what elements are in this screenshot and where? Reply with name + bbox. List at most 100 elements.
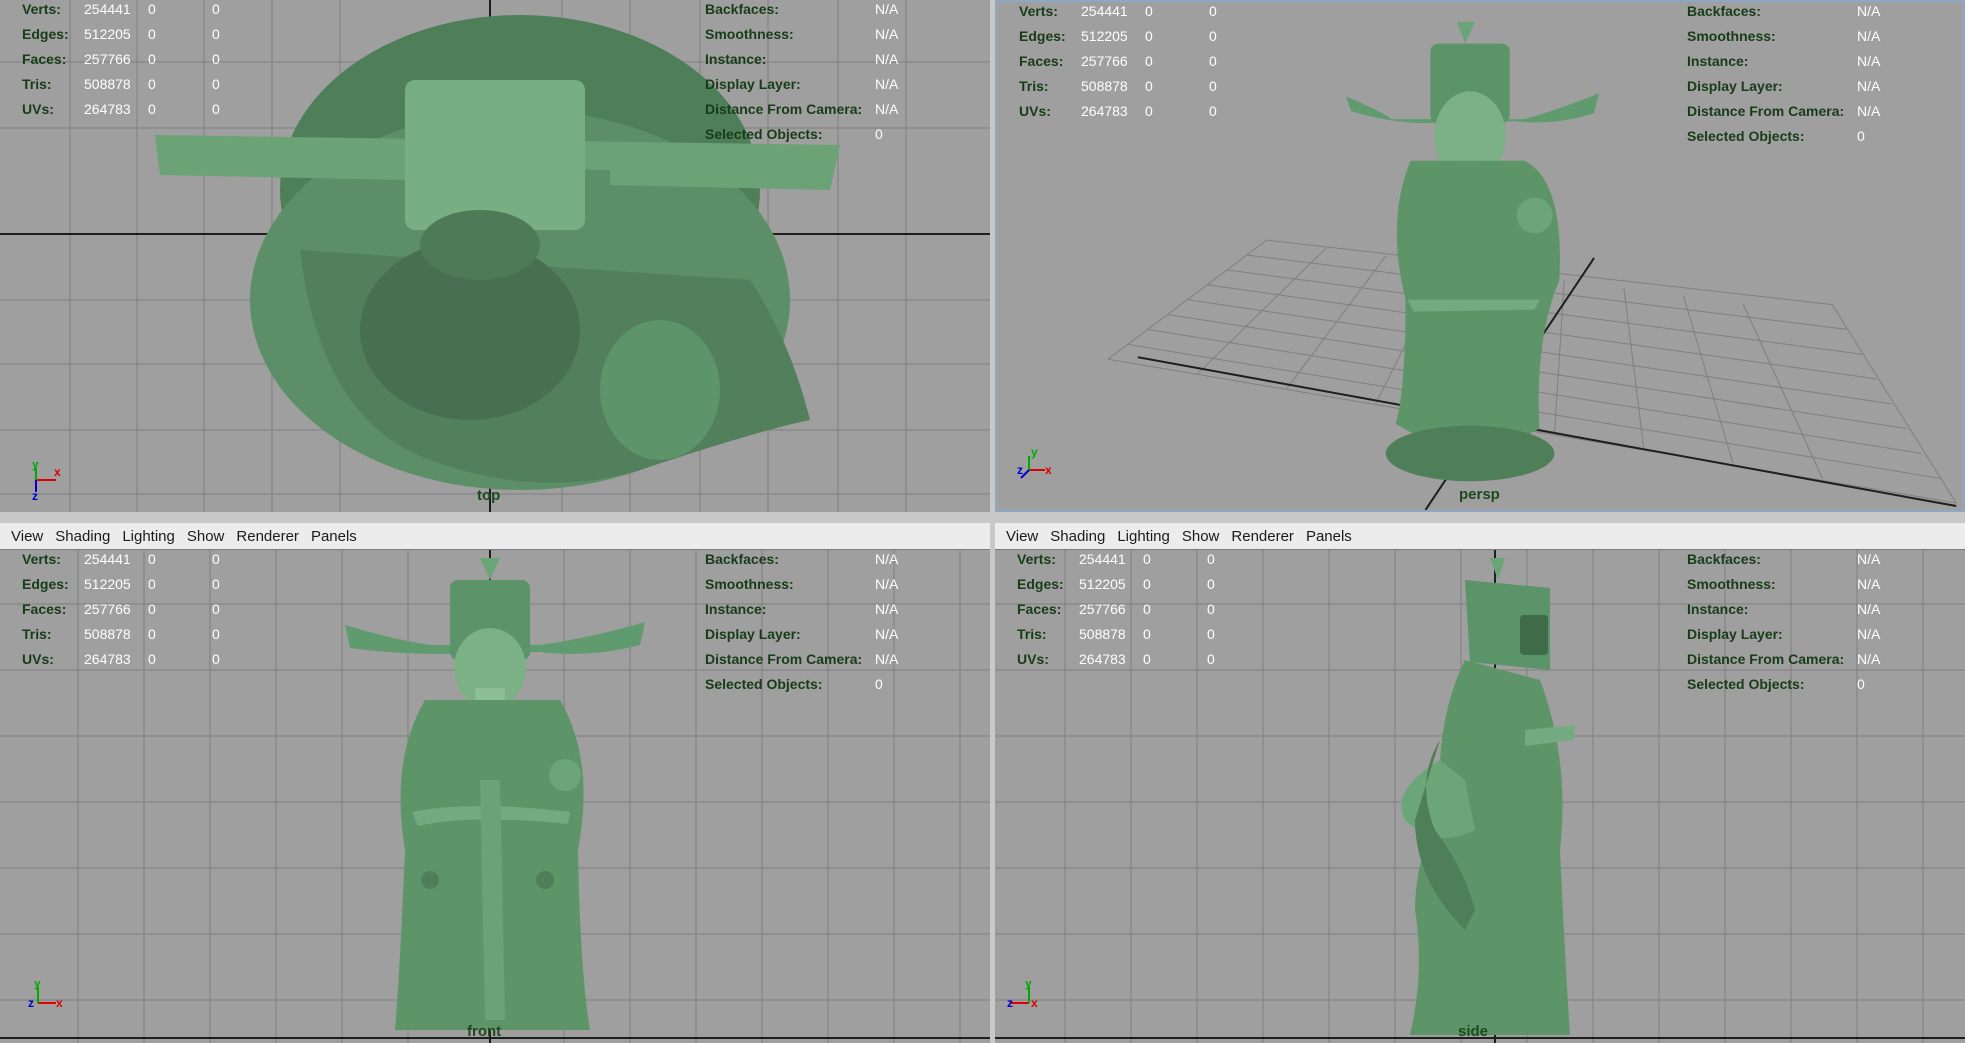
hud-info-label: Distance From Camera: bbox=[705, 651, 863, 667]
hud-info-value: N/A bbox=[875, 626, 899, 642]
hud-info-row: Selected Objects: 0 bbox=[1687, 672, 1880, 697]
hud-info-label: Distance From Camera: bbox=[705, 101, 863, 117]
hud-info-value: N/A bbox=[875, 76, 899, 92]
menu-view[interactable]: View bbox=[1001, 526, 1043, 547]
hud-info-row: Smoothness: N/A bbox=[1687, 572, 1880, 597]
camera-label-top: top bbox=[477, 487, 501, 504]
hud-info-row: Display Layer: N/A bbox=[705, 622, 898, 647]
hud-info-label: Backfaces: bbox=[1687, 551, 1761, 567]
hud-stat-row: Tris: 508878 0 0 bbox=[1019, 74, 1249, 99]
hud-info-label: Smoothness: bbox=[705, 576, 794, 592]
hud-stat-v2: 0 bbox=[148, 551, 156, 567]
menu-shading[interactable]: Shading bbox=[50, 526, 115, 547]
hud-stat-label: UVs: bbox=[22, 101, 54, 117]
hud-stat-v3: 0 bbox=[1207, 626, 1215, 642]
hud-stat-v3: 0 bbox=[212, 626, 220, 642]
svg-text:y: y bbox=[34, 981, 41, 990]
menu-renderer[interactable]: Renderer bbox=[231, 526, 304, 547]
hud-stat-v3: 0 bbox=[212, 101, 220, 117]
hud-info-row: Smoothness: N/A bbox=[705, 22, 898, 47]
hud-stat-v2: 0 bbox=[1145, 78, 1153, 94]
camera-label-persp: persp bbox=[1459, 486, 1500, 503]
hud-stat-label: Tris: bbox=[1017, 626, 1047, 642]
menu-lighting[interactable]: Lighting bbox=[117, 526, 180, 547]
hud-info-row: Distance From Camera: N/A bbox=[1687, 99, 1880, 124]
menu-lighting[interactable]: Lighting bbox=[1112, 526, 1175, 547]
panel-menubar-side: View Shading Lighting Show Renderer Pane… bbox=[995, 523, 1965, 550]
hud-info-row: Selected Objects: 0 bbox=[705, 122, 898, 147]
hud-stat-v1: 264783 bbox=[84, 651, 131, 667]
hud-stat-label: UVs: bbox=[1017, 651, 1049, 667]
hud-stat-v1: 254441 bbox=[84, 551, 131, 567]
svg-text:z: z bbox=[32, 489, 38, 502]
menu-view[interactable]: View bbox=[6, 526, 48, 547]
hud-stat-v3: 0 bbox=[1209, 103, 1217, 119]
viewport-persp[interactable]: Verts: 254441 0 0 Edges: 512205 0 0 Faces: 257766… bbox=[995, 0, 1965, 512]
hud-info-value: 0 bbox=[1857, 676, 1865, 692]
menu-panels[interactable]: Panels bbox=[306, 526, 362, 547]
statue-side-model bbox=[1401, 558, 1575, 1035]
menu-show[interactable]: Show bbox=[1177, 526, 1225, 547]
hud-stat-label: Faces: bbox=[1017, 601, 1062, 617]
hud-stat-v3: 0 bbox=[1207, 576, 1215, 592]
hud-stat-label: Verts: bbox=[1019, 3, 1058, 19]
hud-stat-v2: 0 bbox=[148, 1, 156, 17]
menu-renderer[interactable]: Renderer bbox=[1226, 526, 1299, 547]
hud-info-row: Distance From Camera: N/A bbox=[1687, 647, 1880, 672]
hud-info-value: N/A bbox=[1857, 103, 1881, 119]
hud-stat-label: Tris: bbox=[1019, 78, 1049, 94]
hud-stat-v1: 257766 bbox=[84, 601, 131, 617]
hud-stat-v2: 0 bbox=[148, 76, 156, 92]
hud-stat-v2: 0 bbox=[1143, 651, 1151, 667]
hud-stat-v3: 0 bbox=[1207, 551, 1215, 567]
hud-info-value: N/A bbox=[875, 576, 899, 592]
hud-stat-row: Verts: 254441 0 0 bbox=[22, 547, 252, 572]
viewport-side[interactable]: View Shading Lighting Show Renderer Pane… bbox=[995, 523, 1965, 1043]
hud-info-row: Backfaces: N/A bbox=[1687, 547, 1880, 572]
hud-info-label: Selected Objects: bbox=[1687, 128, 1805, 144]
hud-stat-label: Verts: bbox=[22, 551, 61, 567]
hud-stat-v3: 0 bbox=[212, 576, 220, 592]
svg-text:y: y bbox=[1031, 448, 1038, 459]
hud-info-label: Smoothness: bbox=[1687, 576, 1776, 592]
viewport-front[interactable]: View Shading Lighting Show Renderer Pane… bbox=[0, 523, 990, 1043]
hud-info-row: Display Layer: N/A bbox=[705, 72, 898, 97]
hud-info-row: Backfaces: N/A bbox=[1687, 2, 1880, 24]
hud-stat-label: Tris: bbox=[22, 626, 52, 642]
hud-info-label: Selected Objects: bbox=[705, 126, 823, 142]
hud-info-label: Instance: bbox=[705, 601, 767, 617]
hud-info-label: Distance From Camera: bbox=[1687, 103, 1845, 119]
hud-poly-count-persp: Verts: 254441 0 0 Edges: 512205 0 0 Faces: 257766… bbox=[1019, 2, 1249, 124]
hud-stat-label: UVs: bbox=[1019, 103, 1051, 119]
menu-show[interactable]: Show bbox=[182, 526, 230, 547]
hud-stat-label: Edges: bbox=[1017, 576, 1064, 592]
hud-stat-v3: 0 bbox=[212, 76, 220, 92]
hud-info-row: Selected Objects: 0 bbox=[1687, 124, 1880, 149]
hud-stat-v3: 0 bbox=[1207, 651, 1215, 667]
hud-info-row: Backfaces: N/A bbox=[705, 547, 898, 572]
hud-info-value: N/A bbox=[875, 101, 899, 117]
hud-info-label: Distance From Camera: bbox=[1687, 651, 1845, 667]
hud-stat-label: Tris: bbox=[22, 76, 52, 92]
hud-poly-count-top: Verts: 254441 0 0 Edges: 512205 0 0 Faces: 257766… bbox=[22, 0, 252, 122]
hud-info-row: Smoothness: N/A bbox=[1687, 24, 1880, 49]
hud-stat-v1: 257766 bbox=[84, 51, 131, 67]
hud-info-label: Selected Objects: bbox=[705, 676, 823, 692]
hud-stat-row: Tris: 508878 0 0 bbox=[22, 72, 252, 97]
hud-info-label: Backfaces: bbox=[705, 551, 779, 567]
hud-stat-v2: 0 bbox=[148, 26, 156, 42]
hud-stat-v2: 0 bbox=[148, 601, 156, 617]
menu-shading[interactable]: Shading bbox=[1045, 526, 1110, 547]
hud-stat-v3: 0 bbox=[212, 601, 220, 617]
axis-gizmo-icon: x yz bbox=[28, 976, 68, 1021]
hud-info-value: N/A bbox=[875, 1, 899, 17]
hud-stat-label: Verts: bbox=[22, 1, 61, 17]
svg-text:z: z bbox=[1007, 996, 1013, 1010]
menu-panels[interactable]: Panels bbox=[1301, 526, 1357, 547]
hud-info-row: Instance: N/A bbox=[1687, 597, 1880, 622]
viewport-top[interactable]: Verts: 254441 0 0 Edges: 512205 0 0 Faces: 257766… bbox=[0, 0, 990, 512]
hud-info-label: Instance: bbox=[705, 51, 767, 67]
hud-stat-v1: 508878 bbox=[84, 626, 131, 642]
hud-stat-v1: 264783 bbox=[84, 101, 131, 117]
hud-info-row: Distance From Camera: N/A bbox=[705, 97, 898, 122]
